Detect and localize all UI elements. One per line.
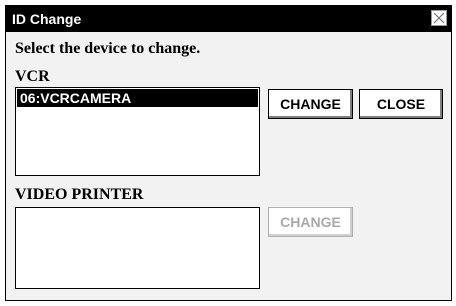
video-printer-device-list[interactable] xyxy=(15,207,260,289)
dialog-title: ID Change xyxy=(12,11,82,27)
close-button[interactable]: CLOSE xyxy=(359,89,443,119)
vcr-label: VCR xyxy=(15,68,50,85)
close-icon[interactable] xyxy=(431,10,447,26)
video-printer-label: VIDEO PRINTER xyxy=(15,186,144,203)
vcr-device-list[interactable]: 06:VCRCAMERA xyxy=(15,87,260,176)
video-printer-change-button[interactable]: CHANGE xyxy=(268,207,353,237)
vcr-change-button[interactable]: CHANGE xyxy=(268,89,353,119)
instruction-text: Select the device to change. xyxy=(15,40,201,57)
id-change-dialog: ID Change Select the device to change. V… xyxy=(5,5,452,301)
list-item-selected[interactable]: 06:VCRCAMERA xyxy=(17,89,258,107)
title-bar: ID Change xyxy=(6,6,451,32)
